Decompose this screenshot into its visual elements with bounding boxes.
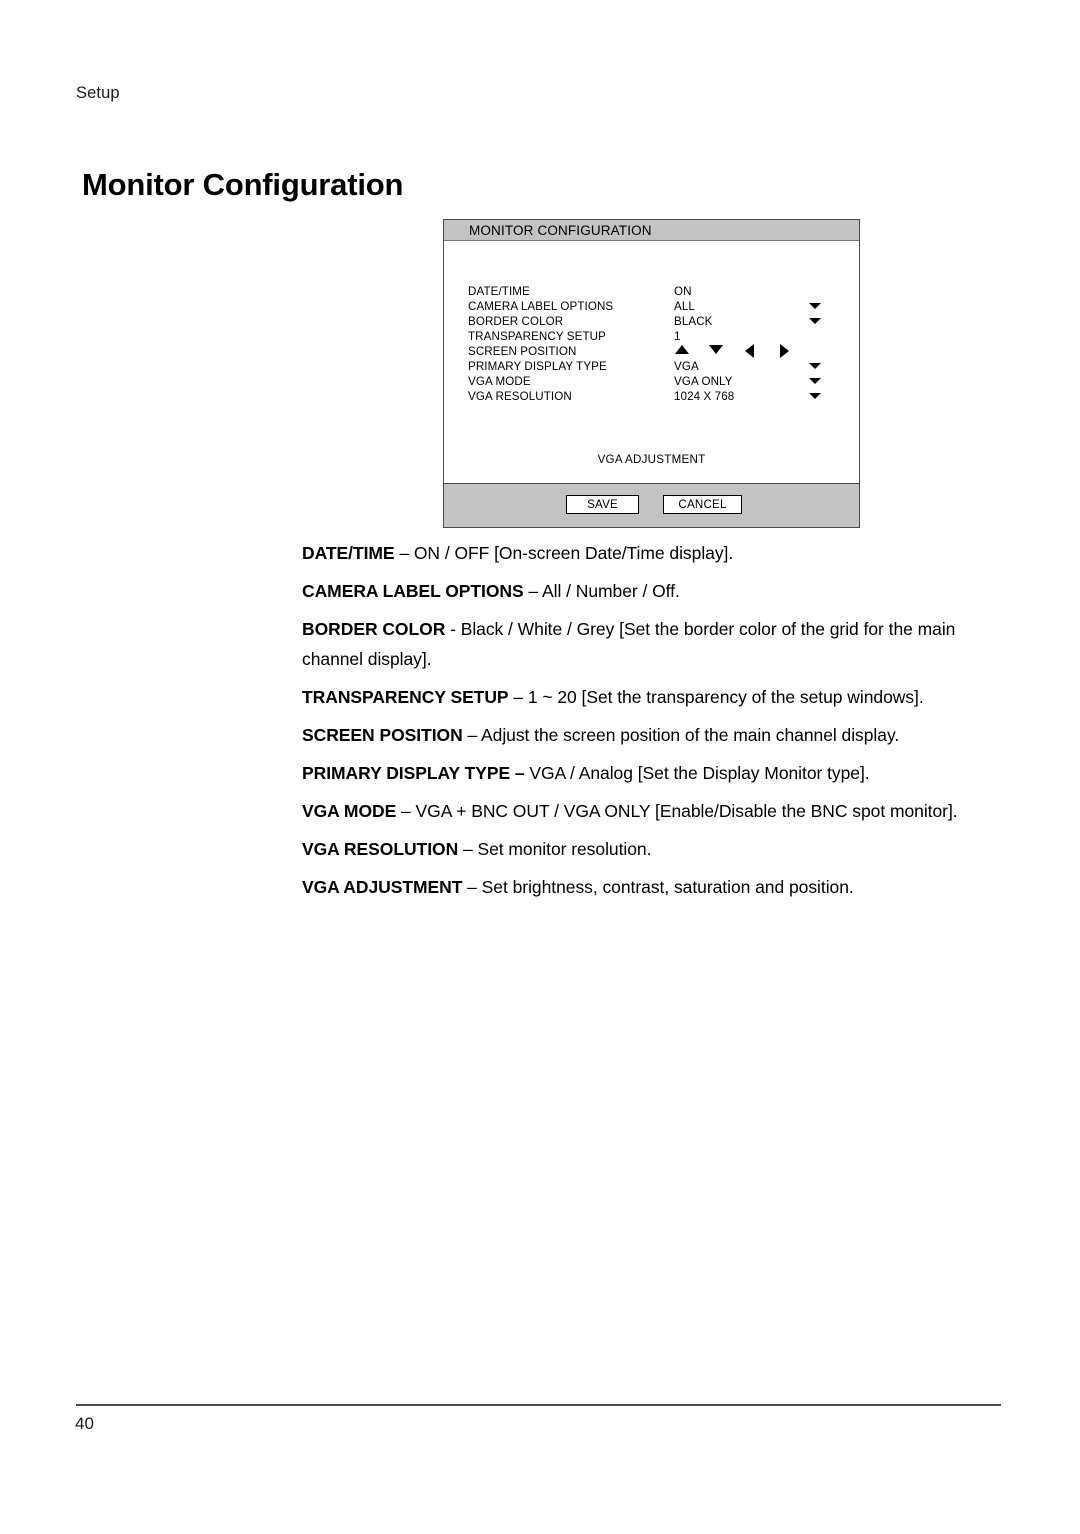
setting-label: CAMERA LABEL OPTIONS: [468, 300, 614, 313]
description-term: VGA ADJUSTMENT: [302, 877, 463, 897]
description-text: – VGA + BNC OUT / VGA ONLY [Enable/Disab…: [396, 801, 958, 821]
monitor-configuration-dialog: MONITOR CONFIGURATION DATE/TIME ON CAMERA …: [443, 219, 860, 528]
setting-value[interactable]: 1024 X 768: [674, 389, 734, 404]
setting-label: DATE/TIME: [468, 285, 530, 298]
right-arrow-icon[interactable]: [780, 344, 789, 358]
chevron-down-icon[interactable]: [809, 303, 821, 309]
chevron-down-icon[interactable]: [809, 393, 821, 399]
setting-value[interactable]: BLACK: [674, 314, 713, 329]
chevron-down-icon[interactable]: [809, 378, 821, 384]
description-term: DATE/TIME: [302, 543, 395, 563]
setting-label: TRANSPARENCY SETUP: [468, 330, 606, 343]
description-text: – Adjust the screen position of the main…: [462, 725, 900, 745]
setting-row[interactable]: VGA RESOLUTION 1024 X 768: [468, 389, 838, 404]
description-paragraph: SCREEN POSITION – Adjust the screen posi…: [302, 720, 1002, 750]
description-paragraph: VGA ADJUSTMENT – Set brightness, contras…: [302, 872, 1002, 902]
description-text: – 1 ~ 20 [Set the transparency of the se…: [508, 687, 924, 707]
description-term: TRANSPARENCY SETUP: [302, 687, 509, 707]
description-term: CAMERA LABEL OPTIONS: [302, 581, 524, 601]
left-arrow-icon[interactable]: [745, 344, 754, 358]
description-term: SCREEN POSITION: [302, 725, 463, 745]
setting-label: VGA MODE: [468, 375, 531, 388]
description-paragraph: VGA RESOLUTION – Set monitor resolution.: [302, 834, 1002, 864]
description-term: VGA RESOLUTION: [302, 839, 459, 859]
description-text: – Set brightness, contrast, saturation a…: [462, 877, 854, 897]
description-text: – ON / OFF [On-screen Date/Time display]…: [394, 543, 734, 563]
description-paragraph: VGA MODE – VGA + BNC OUT / VGA ONLY [Ena…: [302, 796, 1002, 826]
setting-row[interactable]: VGA MODE VGA ONLY: [468, 374, 838, 389]
down-arrow-icon[interactable]: [709, 345, 723, 354]
cancel-button[interactable]: CANCEL: [663, 495, 742, 514]
description-term: BORDER COLOR: [302, 619, 446, 639]
dialog-title: MONITOR CONFIGURATION: [469, 222, 652, 238]
chevron-down-icon[interactable]: [809, 318, 821, 324]
setting-row[interactable]: PRIMARY DISPLAY TYPE VGA: [468, 359, 838, 374]
description-paragraph: TRANSPARENCY SETUP – 1 ~ 20 [Set the tra…: [302, 682, 1002, 712]
description-paragraph: PRIMARY DISPLAY TYPE – VGA / Analog [Set…: [302, 758, 1002, 788]
chevron-down-icon[interactable]: [809, 363, 821, 369]
setting-label: PRIMARY DISPLAY TYPE: [468, 360, 607, 373]
footer-divider: [76, 1404, 1001, 1406]
dialog-footer: SAVE CANCEL: [444, 483, 859, 527]
vga-adjustment-menu-item[interactable]: VGA ADJUSTMENT: [444, 453, 859, 466]
description-term: VGA MODE: [302, 801, 397, 821]
description-term: PRIMARY DISPLAY TYPE –: [302, 763, 525, 783]
page-title: Monitor Configuration: [82, 166, 404, 202]
setting-value[interactable]: ON: [674, 284, 692, 299]
running-header: Setup: [76, 84, 120, 102]
dialog-body: DATE/TIME ON CAMERA LABEL OPTIONS ALL BORDER…: [444, 241, 859, 484]
setting-row[interactable]: DATE/TIME ON: [468, 284, 838, 299]
description-paragraph: DATE/TIME – ON / OFF [On-screen Date/Tim…: [302, 538, 1002, 568]
setting-value[interactable]: VGA ONLY: [674, 374, 733, 389]
up-arrow-icon[interactable]: [675, 345, 689, 354]
setting-value[interactable]: VGA: [674, 359, 699, 374]
setting-label: BORDER COLOR: [468, 315, 564, 328]
setting-label: SCREEN POSITION: [468, 345, 577, 358]
page-number: 40: [75, 1414, 94, 1433]
dialog-titlebar: MONITOR CONFIGURATION: [444, 220, 859, 241]
setting-row[interactable]: TRANSPARENCY SETUP 1: [468, 329, 838, 344]
description-text: – Set monitor resolution.: [458, 839, 652, 859]
description-text: VGA / Analog [Set the Display Monitor ty…: [524, 763, 870, 783]
settings-list: DATE/TIME ON CAMERA LABEL OPTIONS ALL BORDER…: [468, 284, 838, 404]
screen-position-arrows: [672, 343, 832, 358]
descriptions-block: DATE/TIME – ON / OFF [On-screen Date/Tim…: [302, 538, 1002, 910]
setting-row[interactable]: SCREEN POSITION: [468, 344, 838, 359]
setting-value[interactable]: ALL: [674, 299, 695, 314]
save-button[interactable]: SAVE: [566, 495, 639, 514]
setting-row[interactable]: BORDER COLOR BLACK: [468, 314, 838, 329]
setting-row[interactable]: CAMERA LABEL OPTIONS ALL: [468, 299, 838, 314]
description-text: – All / Number / Off.: [523, 581, 680, 601]
description-paragraph: CAMERA LABEL OPTIONS – All / Number / Of…: [302, 576, 1002, 606]
setting-label: VGA RESOLUTION: [468, 390, 572, 403]
setting-value[interactable]: 1: [674, 329, 681, 344]
description-paragraph: BORDER COLOR - Black / White / Grey [Set…: [302, 614, 1002, 674]
